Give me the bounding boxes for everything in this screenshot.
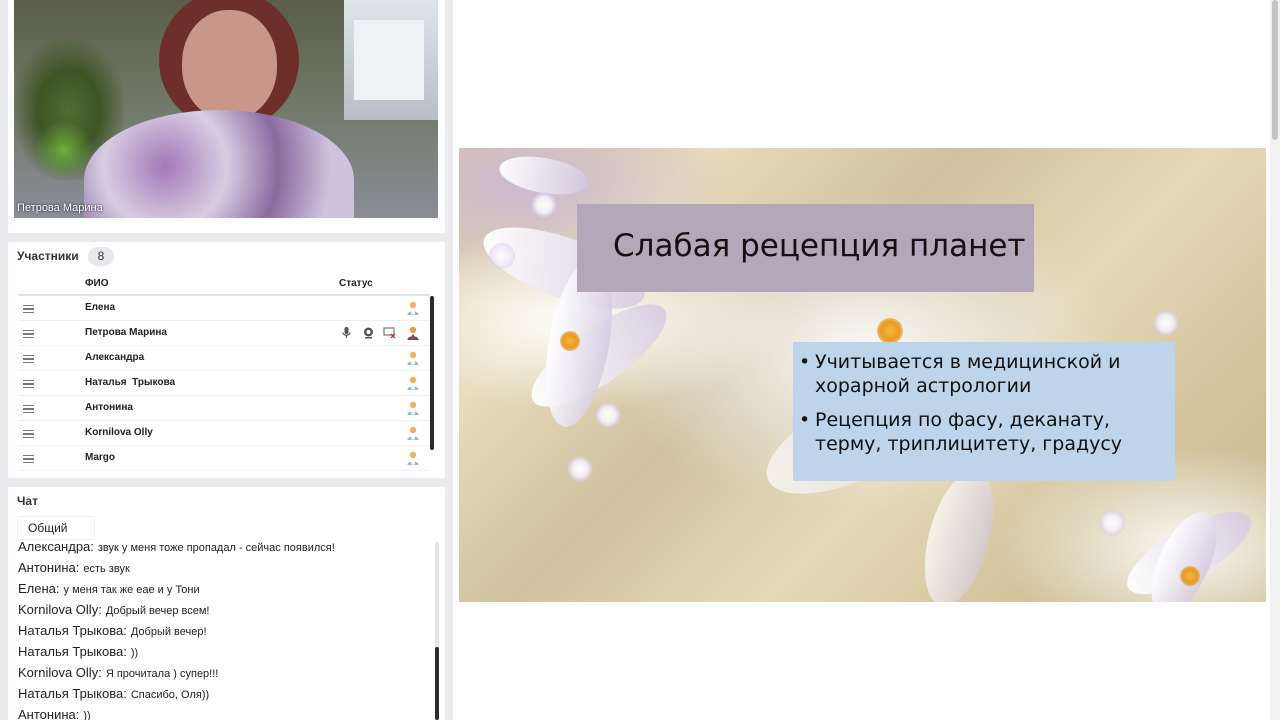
chat-message: Александра: звук у меня тоже пропадал - с… [18, 542, 335, 556]
chat-message-text: Я прочитала ) супер!!! [105, 668, 219, 680]
slide-decoration [489, 243, 515, 269]
chat-message: Наталья Трыкова: Спасибо, Оля)) [18, 685, 209, 703]
drag-handle-icon[interactable] [23, 430, 34, 438]
drag-handle-icon[interactable] [23, 405, 34, 413]
participant-row[interactable]: Александра [18, 346, 430, 371]
slide-decoration [877, 318, 903, 344]
slide-decoration [595, 402, 621, 428]
presentation-slide: Слабая рецепция планет Учитывается в мед… [459, 148, 1266, 602]
chat-message: Наталья Трыкова:)) [18, 643, 138, 661]
participant-name: Петрова Марина [85, 327, 167, 338]
participant-name: Margo [85, 452, 115, 463]
chat-message: Kornilova Olly: Добрый вечер всем! [18, 601, 209, 619]
user-status-icon [405, 350, 421, 366]
participant-row[interactable]: Елена [18, 296, 430, 321]
chat-tab-general[interactable]: Общий [17, 516, 95, 540]
drag-handle-icon[interactable] [23, 305, 34, 313]
participant-row[interactable]: Петрова Марина [18, 321, 430, 346]
page-scrollbar-thumb[interactable] [1272, 0, 1278, 140]
participant-name: Kornilova Olly [85, 427, 153, 438]
slide-title-box: Слабая рецепция планет [577, 204, 1034, 292]
user-status-icon [405, 375, 421, 391]
user-status-icon [405, 400, 421, 416]
speaker-face [182, 10, 277, 120]
chat-message-author: Наталья Трыкова: [18, 644, 127, 659]
screen-share-off-icon[interactable] [383, 326, 396, 339]
drag-handle-icon[interactable] [23, 380, 34, 388]
slide-decoration [531, 192, 557, 218]
participant-name: Александра [85, 352, 145, 363]
user-status-icon [405, 300, 421, 316]
chat-message-author: Kornilova Olly: [18, 602, 102, 617]
chat-message-text: Добрый вечер! [130, 626, 207, 638]
speaker-body [84, 110, 354, 218]
participant-name: Елена [85, 302, 116, 313]
slide-decoration [911, 462, 1007, 602]
column-header-name[interactable]: ФИО [85, 278, 109, 289]
chat-message-text: звук у меня тоже пропадал - сейчас появи… [97, 542, 335, 554]
chat-scrollbar-thumb[interactable] [435, 647, 439, 720]
speaker-name-tag: Петрова Марина [17, 202, 103, 214]
presentation-area: Слабая рецепция планет Учитывается в мед… [453, 0, 1270, 720]
speaker-video[interactable]: Петрова Марина [14, 0, 438, 218]
video-background-window-pane [354, 20, 424, 100]
drag-handle-icon[interactable] [23, 455, 34, 463]
chat-message-author: Kornilova Olly: [18, 665, 102, 680]
participant-name: Антонина [85, 402, 133, 413]
chat-message-text: Добрый вечер всем! [105, 605, 210, 617]
microphone-icon[interactable] [340, 326, 353, 339]
chat-message: Антонина: есть звук [18, 559, 130, 577]
chat-message: Елена: у меня так же еае и у Тони [18, 580, 200, 598]
slide-decoration [1153, 310, 1179, 336]
column-header-status[interactable]: Статус [339, 278, 373, 289]
chat-message-author: Антонина: [18, 707, 80, 720]
chat-message: Антонина:)) [18, 706, 91, 720]
chat-message-text: )) [130, 647, 139, 659]
slide-decoration [1099, 510, 1125, 536]
slide-bullet: Рецепция по фасу, деканату, терму, трипл… [799, 408, 1175, 456]
chat-message: Kornilova Olly: Я прочитала ) супер!!! [18, 664, 218, 682]
chat-message-text: Спасибо, Оля)) [130, 689, 210, 701]
user-status-icon [405, 425, 421, 441]
participants-panel: Участники 8 ФИО Статус Елена Петрова Мари… [8, 242, 445, 478]
chat-message-author: Елена: [18, 581, 60, 596]
chat-messages: Александра: звук у меня тоже пропадал - с… [8, 542, 445, 720]
chat-message-text: есть звук [83, 563, 130, 575]
chat-message-author: Антонина: [18, 560, 80, 575]
chat-message-text: )) [83, 710, 91, 720]
participants-scrollbar[interactable] [430, 296, 434, 450]
webcam-icon[interactable] [362, 326, 375, 339]
chat-message-author: Александра: [18, 542, 94, 554]
slide-decoration [560, 331, 580, 351]
drag-handle-icon[interactable] [23, 355, 34, 363]
chat-title: Чат [17, 494, 38, 508]
participant-row[interactable]: Антонина [18, 396, 430, 421]
participant-row[interactable]: Margo [18, 446, 430, 471]
participants-title: Участники [17, 249, 79, 263]
participant-row[interactable]: Наталья Трыкова [18, 371, 430, 396]
presenter-status-icon [405, 325, 421, 341]
chat-panel: Чат Общий Александра: звук у меня тоже пр… [8, 487, 445, 720]
chat-message-author: Наталья Трыкова: [18, 686, 127, 701]
slide-decoration [567, 456, 593, 482]
chat-message-text: у меня так же еае и у Тони [63, 584, 200, 596]
video-panel: Петрова Марина [8, 0, 445, 233]
participant-name: Наталья Трыкова [85, 377, 176, 388]
participant-row[interactable]: Kornilova Olly [18, 421, 430, 446]
user-status-icon [405, 450, 421, 466]
slide-title: Слабая рецепция планет [613, 228, 1026, 264]
slide-bullet-box: Учитывается в медицинской и хорарной аст… [793, 342, 1175, 481]
slide-decoration [1180, 566, 1200, 586]
chat-message: Наталья Трыкова: Добрый вечер! [18, 622, 207, 640]
page-scrollbar[interactable] [1270, 0, 1280, 720]
participants-count-badge: 8 [88, 247, 114, 266]
drag-handle-icon[interactable] [23, 330, 34, 338]
slide-bullet: Учитывается в медицинской и хорарной аст… [799, 350, 1175, 398]
chat-message-author: Наталья Трыкова: [18, 623, 127, 638]
